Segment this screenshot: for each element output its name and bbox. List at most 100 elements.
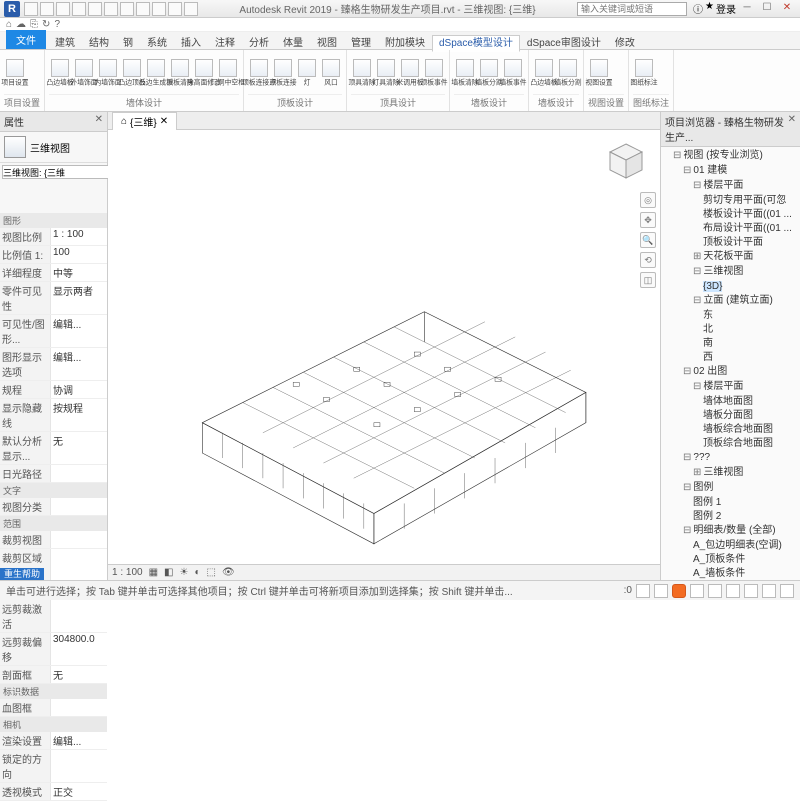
zoom-icon[interactable]: 🔍 (640, 232, 656, 248)
tree-item[interactable]: 墙板综合地面图 (703, 423, 798, 437)
property-row[interactable]: 渲染设置编辑... (0, 732, 107, 750)
qat-more-icon[interactable] (184, 2, 198, 16)
help-icon[interactable]: ? (54, 19, 60, 30)
type-selector[interactable]: 三维视图 (0, 132, 107, 163)
ribbon-button-3-2[interactable]: 米调用板 (399, 59, 421, 88)
tree-item[interactable]: 顶板综合地面图 (703, 437, 798, 451)
drag-elements-icon[interactable] (762, 584, 776, 598)
sunpath-icon[interactable]: ☀ (180, 567, 189, 578)
property-value[interactable]: 编辑... (50, 315, 107, 347)
tree-root[interactable]: 视图 (按专业浏览) (683, 150, 762, 161)
select-face-icon[interactable] (744, 584, 758, 598)
property-row[interactable]: 日光路径 (0, 465, 107, 483)
property-row[interactable]: 锁定的方向 (0, 750, 107, 783)
editable-only-icon[interactable] (654, 584, 668, 598)
property-value[interactable]: 无 (50, 432, 107, 464)
ribbon-button-1-2[interactable]: 内墙饰面 (97, 59, 119, 88)
property-row[interactable]: 视图分类 (0, 498, 107, 516)
select-links-icon[interactable] (690, 584, 704, 598)
qat-redo-icon[interactable] (72, 2, 86, 16)
tree-item[interactable]: A_包边明细表(空调) (693, 539, 798, 553)
property-row[interactable]: 远剪裁激活 (0, 600, 107, 633)
detail-level-icon[interactable]: ▦ (149, 567, 158, 578)
tree-item[interactable]: 墙板分面图 (703, 409, 798, 423)
property-value[interactable] (50, 549, 107, 581)
ribbon-button-1-0[interactable]: 凸边墙板 (49, 59, 71, 88)
property-value[interactable]: 100 (50, 246, 107, 263)
ribbon-button-1-7[interactable]: 门洞中空框 (217, 59, 239, 88)
ribbon-button-2-1[interactable]: 顶板连接 (272, 59, 294, 88)
property-row[interactable]: 视图比例1 : 100 (0, 228, 107, 246)
steering-wheel-icon[interactable]: ◎ (640, 192, 656, 208)
property-row[interactable]: 透视模式正交 (0, 783, 107, 801)
pan-icon[interactable]: ✥ (640, 212, 656, 228)
qat-save-icon[interactable] (40, 2, 54, 16)
file-tab[interactable]: 文件 (6, 30, 46, 49)
qat-settings-icon[interactable] (168, 2, 182, 16)
qat-measure-icon[interactable] (104, 2, 118, 16)
ribbon-button-2-3[interactable]: 风口 (320, 59, 342, 88)
select-underlay-icon[interactable] (708, 584, 722, 598)
property-row[interactable]: 可见性/图形...编辑... (0, 315, 107, 348)
help-strip[interactable]: 重生帮助 (0, 568, 44, 580)
ribbon-button-6-0[interactable]: 视图设置 (588, 59, 610, 88)
property-row[interactable]: 比例值 1:100 (0, 246, 107, 264)
hide-isolate-icon[interactable]: 👁 (222, 567, 235, 578)
tree-item[interactable]: 楼板设计平面((01 ... (703, 208, 798, 222)
qat-open-icon[interactable] (24, 2, 38, 16)
property-value[interactable]: 正交 (50, 783, 107, 800)
worksets-icon[interactable] (636, 584, 650, 598)
property-value[interactable]: 304800.0 (50, 633, 107, 665)
qat-sync-icon[interactable] (136, 2, 150, 16)
property-row[interactable]: 规程协调 (0, 381, 107, 399)
ribbon-button-3-3[interactable]: 顶板事件 (423, 59, 445, 88)
filter-icon[interactable] (780, 584, 794, 598)
qat-link-icon[interactable] (152, 2, 166, 16)
property-row[interactable]: 图形显示选项编辑... (0, 348, 107, 381)
tree-item[interactable]: 图例 2 (693, 510, 798, 524)
property-row[interactable]: 远剪裁偏移304800.0 (0, 633, 107, 666)
qat-print-icon[interactable] (88, 2, 102, 16)
tree-item[interactable]: 北 (703, 323, 798, 337)
ribbon-button-4-1[interactable]: 墙板分割 (478, 59, 500, 88)
ribbon-button-2-0[interactable]: 顶板连接点 (248, 59, 270, 88)
property-value[interactable] (50, 465, 107, 482)
orbit-icon[interactable]: ⟲ (640, 252, 656, 268)
property-value[interactable]: 按规程 (50, 399, 107, 431)
search-input[interactable] (577, 2, 687, 16)
tree-ceilplan[interactable]: 天花板平面 (703, 251, 753, 262)
property-value[interactable] (50, 600, 107, 632)
tree-item-3d[interactable]: {3D} (703, 281, 722, 292)
properties-close-icon[interactable]: ✕ (95, 114, 103, 129)
tree-item[interactable]: 南 (703, 337, 798, 351)
qat-undo-icon[interactable] (56, 2, 70, 16)
tree-item[interactable]: 墙体地面图 (703, 395, 798, 409)
property-row[interactable]: 裁剪视图 (0, 531, 107, 549)
tree-floorplan2[interactable]: 楼层平面 (703, 381, 743, 392)
property-value[interactable]: 无 (50, 666, 107, 683)
sync-icon[interactable]: ↻ (42, 19, 50, 30)
ribbon-button-3-0[interactable]: 顶具清除 (351, 59, 373, 88)
property-value[interactable]: 编辑... (50, 348, 107, 380)
ribbon-button-5-0[interactable]: 凸边墙板 (533, 59, 555, 88)
tab-close-icon[interactable]: ✕ (160, 116, 168, 127)
visual-style-icon[interactable]: ◧ (164, 567, 173, 578)
tree-item[interactable]: 东 (703, 309, 798, 323)
info-center-icon[interactable]: ⓘ (693, 1, 703, 16)
tree-3dview2[interactable]: 三维视图 (703, 467, 743, 478)
tree-elevation[interactable]: 立面 (建筑立面) (703, 295, 772, 306)
ribbon-button-4-2[interactable]: 墙板事件 (502, 59, 524, 88)
instance-selector[interactable] (2, 165, 121, 179)
star-icon[interactable]: ★ (705, 1, 714, 16)
crop-icon[interactable]: ⬚ (207, 567, 216, 578)
property-row[interactable]: 默认分析显示...无 (0, 432, 107, 465)
property-row[interactable]: 显示隐藏线按规程 (0, 399, 107, 432)
tree-item[interactable]: 剪切专用平面(可忽 (703, 194, 798, 208)
maximize-button[interactable]: ☐ (758, 1, 776, 15)
login-link[interactable]: 登录 (716, 1, 736, 16)
minimize-button[interactable]: ─ (738, 1, 756, 15)
project-tree[interactable]: ⊟视图 (按专业浏览) ⊟01 建模 ⊟楼层平面 剪切专用平面(可忽楼板设计平面… (661, 147, 800, 580)
property-value[interactable]: 中等 (50, 264, 107, 281)
select-pinned-icon[interactable] (726, 584, 740, 598)
view-cube[interactable] (604, 140, 648, 184)
